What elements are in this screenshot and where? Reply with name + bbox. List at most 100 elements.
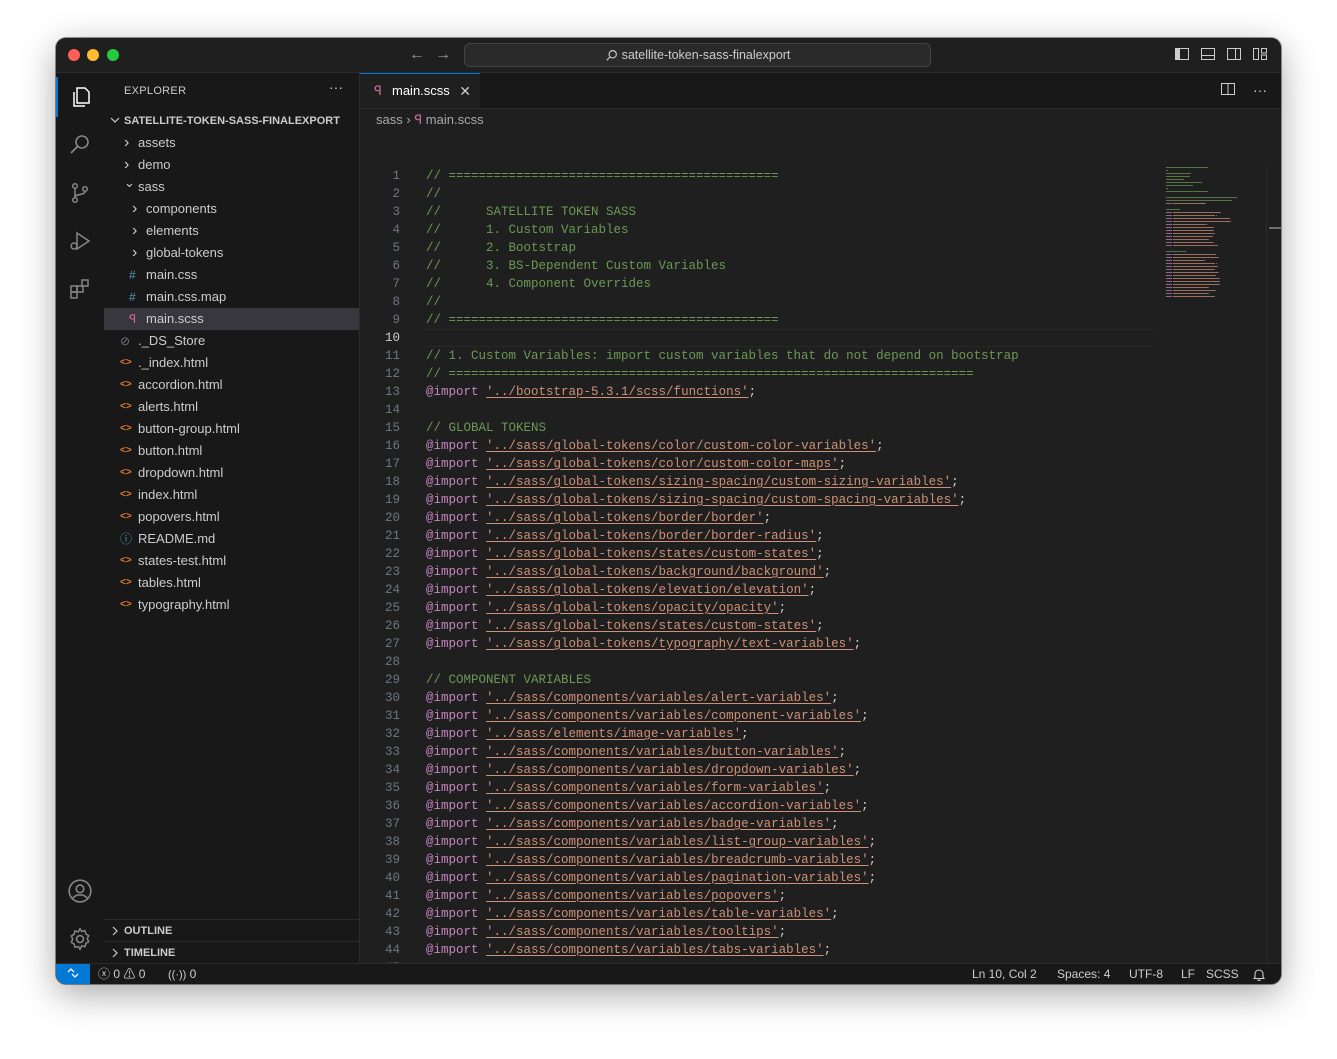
accounts-activity[interactable]	[56, 871, 104, 911]
outline-section-header[interactable]: OUTLINE	[104, 919, 359, 942]
bell-icon[interactable]	[1253, 968, 1265, 981]
tree-item[interactable]: <> tables.html	[104, 572, 359, 594]
problems-indicator[interactable]: ⓧ 0 ⚠ 0	[98, 964, 145, 984]
tree-item[interactable]: › elements	[104, 220, 359, 242]
code-string: '../sass/components/variables/tooltips'	[486, 925, 779, 939]
search-activity[interactable]	[56, 125, 104, 165]
forward-arrow-icon[interactable]: →	[435, 46, 451, 64]
more-actions-icon[interactable]: ···	[1253, 82, 1267, 98]
encoding[interactable]: UTF-8	[1129, 964, 1163, 984]
ports-indicator[interactable]: ((·)) 0	[168, 964, 196, 984]
breadcrumb-folder[interactable]: sass	[376, 112, 403, 127]
tree-item[interactable]: # main.css	[104, 264, 359, 286]
project-folder-header[interactable]: SATELLITE-TOKEN-SASS-FINALEXPORT	[104, 110, 359, 132]
explorer-activity[interactable]	[56, 77, 104, 117]
html-file-icon: <>	[120, 357, 132, 368]
tree-item[interactable]: <> states-test.html	[104, 550, 359, 572]
split-editor-icon[interactable]	[1221, 83, 1236, 95]
code-line: 25 @import '../sass/global-tokens/opacity…	[360, 599, 1281, 617]
code-keyword: @import	[426, 475, 479, 489]
tree-item[interactable]: <> index.html	[104, 484, 359, 506]
tree-item-label: dropdown.html	[138, 465, 224, 480]
tree-item[interactable]: ꟼ main.scss	[104, 308, 359, 330]
code-keyword: @import	[426, 619, 479, 633]
close-icon[interactable]: ✕	[459, 74, 471, 108]
minimap-stroke	[1215, 263, 1217, 264]
timeline-label: TIMELINE	[124, 947, 176, 959]
tree-item-label: components	[146, 201, 217, 216]
code-punctuation	[479, 727, 487, 741]
line-content: // =====================================…	[426, 167, 779, 185]
tree-item[interactable]: › assets	[104, 132, 359, 154]
minimap-stroke	[1166, 200, 1232, 201]
minimap-stroke	[1219, 284, 1220, 285]
indentation[interactable]: Spaces: 4	[1057, 964, 1110, 984]
tree-item[interactable]: › global-tokens	[104, 242, 359, 264]
code-punctuation	[479, 799, 487, 813]
editor-scrollbar[interactable]	[1266, 167, 1281, 963]
tree-item[interactable]: ⌄ sass	[104, 175, 359, 198]
line-content: @import '../sass/global-tokens/states/cu…	[426, 617, 824, 635]
more-actions-icon[interactable]: ···	[329, 79, 343, 95]
remote-indicator[interactable]	[56, 964, 90, 984]
zoom-window-button[interactable]	[107, 49, 119, 61]
html-file-icon: <>	[120, 577, 132, 588]
customize-layout-icon[interactable]	[1253, 48, 1267, 60]
code-punctuation	[479, 439, 487, 453]
line-content: @import '../sass/components/variables/pa…	[426, 869, 876, 887]
code-line: 14	[360, 401, 1281, 419]
minimap[interactable]	[1166, 167, 1248, 327]
line-number: 7	[392, 277, 400, 291]
tree-item[interactable]: › demo	[104, 154, 359, 176]
minimap-stroke	[1166, 188, 1168, 189]
back-arrow-icon[interactable]: ←	[409, 46, 425, 64]
code-comment: // 1. Custom Variables: import custom va…	[426, 349, 1019, 363]
code-string: '../sass/elements/image-variables'	[486, 727, 742, 741]
project-name: SATELLITE-TOKEN-SASS-FINALEXPORT	[124, 115, 340, 127]
cursor-position[interactable]: Ln 10, Col 2	[972, 964, 1037, 984]
source-control-activity[interactable]	[56, 173, 104, 213]
end-of-line[interactable]: LF	[1181, 964, 1195, 984]
timeline-section-header[interactable]: TIMELINE	[104, 941, 359, 964]
line-number: 42	[384, 907, 400, 921]
tree-item[interactable]: <> accordion.html	[104, 374, 359, 396]
close-window-button[interactable]	[68, 49, 80, 61]
tree-item[interactable]: <> button.html	[104, 440, 359, 462]
code-line: 41 @import '../sass/components/variables/…	[360, 887, 1281, 905]
code-punctuation: ;	[853, 763, 862, 777]
tree-item[interactable]: <> button-group.html	[104, 418, 359, 440]
manage-activity[interactable]	[56, 919, 104, 959]
tree-item[interactable]: <> alerts.html	[104, 396, 359, 418]
command-center-search[interactable]: satellite-token-sass-finalexport	[464, 43, 931, 67]
line-number: 41	[384, 889, 400, 903]
toggle-secondary-sidebar-icon[interactable]	[1227, 48, 1241, 60]
line-number: 23	[384, 565, 400, 579]
tree-item[interactable]: ⓘ README.md	[104, 528, 359, 550]
tree-item[interactable]: <> popovers.html	[104, 506, 359, 528]
tree-item[interactable]: <> dropdown.html	[104, 462, 359, 484]
run-debug-activity[interactable]	[56, 221, 104, 261]
line-content: @import '../sass/components/variables/ta…	[426, 905, 839, 923]
extensions-activity[interactable]	[56, 269, 104, 309]
line-content: @import '../sass/global-tokens/backgroun…	[426, 563, 831, 581]
code-keyword: @import	[426, 871, 479, 885]
code-editor[interactable]: 1 // ====================================…	[360, 167, 1281, 984]
tree-item[interactable]: <> typography.html	[104, 594, 359, 616]
breadcrumb-file[interactable]: main.scss	[426, 112, 484, 127]
toggle-primary-sidebar-icon[interactable]	[1175, 48, 1189, 60]
hidden-file-icon: ⊘	[120, 334, 131, 348]
minimap-stroke	[1166, 269, 1173, 270]
tree-item[interactable]: # main.css.map	[104, 286, 359, 308]
tree-item[interactable]: ⊘ ._DS_Store	[104, 330, 359, 352]
code-keyword: @import	[426, 745, 479, 759]
tab-main-scss[interactable]: ꟼ main.scss ✕	[360, 73, 480, 108]
minimap-stroke	[1166, 167, 1209, 168]
minimap-stroke	[1173, 227, 1213, 228]
tree-item[interactable]: <> ._index.html	[104, 352, 359, 374]
toggle-panel-icon[interactable]	[1201, 48, 1215, 60]
minimap-stroke	[1173, 293, 1209, 294]
line-number: 20	[384, 511, 400, 525]
minimize-window-button[interactable]	[87, 49, 99, 61]
language-mode[interactable]: SCSS	[1206, 964, 1239, 984]
tree-item[interactable]: › components	[104, 198, 359, 220]
